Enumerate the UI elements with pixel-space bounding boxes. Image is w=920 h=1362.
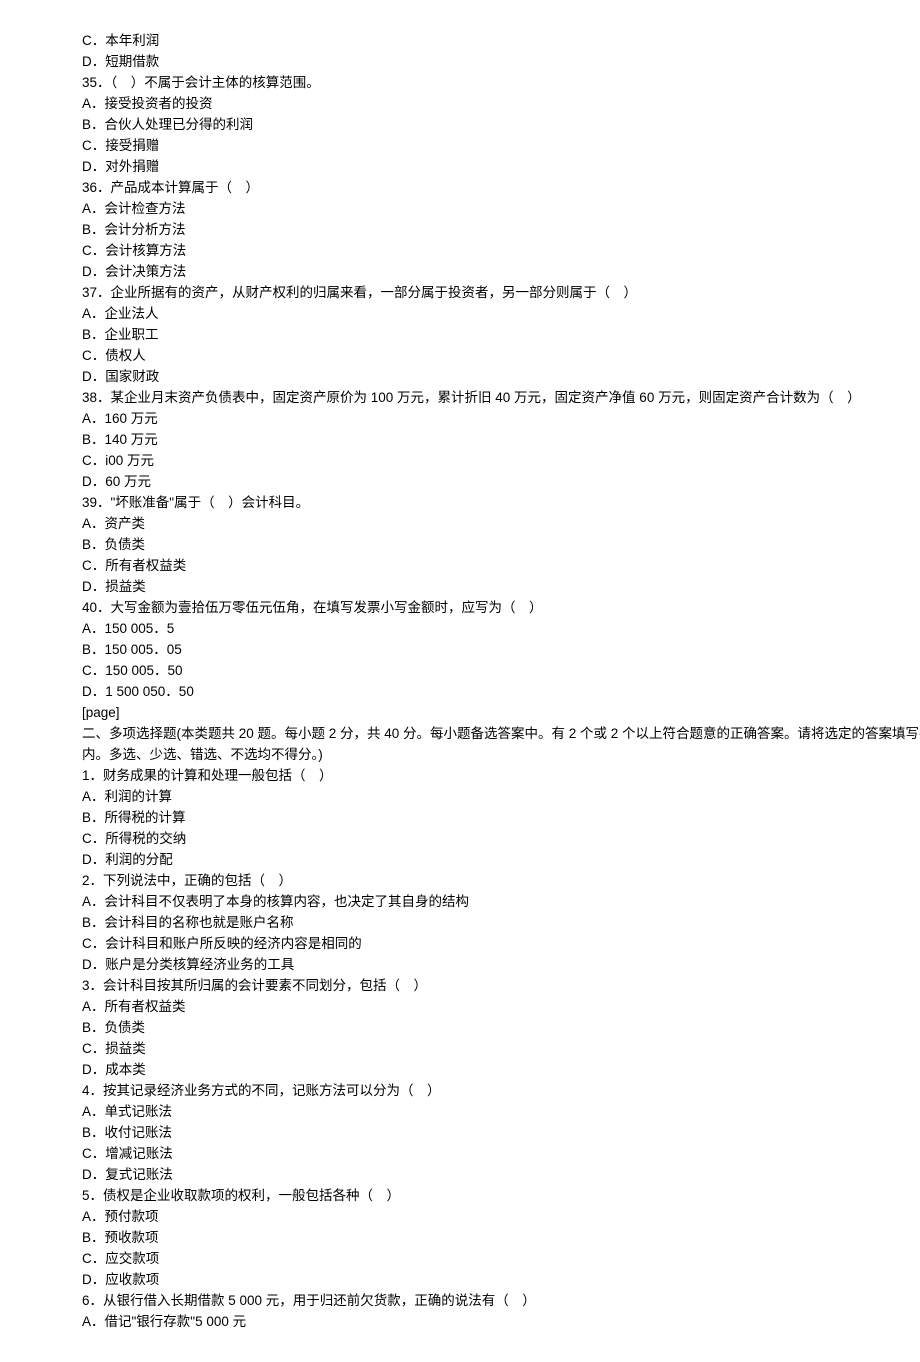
text-line: 6．从银行借入长期借款 5 000 元，用于归还前欠货款，正确的说法有（ ） <box>82 1290 920 1311</box>
text-line: A．会计科目不仅表明了本身的核算内容，也决定了其自身的结构 <box>82 891 920 912</box>
text-line: D．应收款项 <box>82 1269 920 1290</box>
text-line: 38．某企业月末资产负债表中，固定资产原价为 100 万元，累计折旧 40 万元… <box>82 387 920 408</box>
text-line: A．150 005．5 <box>82 618 920 639</box>
text-line: C．所有者权益类 <box>82 555 920 576</box>
text-line: D．账户是分类核算经济业务的工具 <box>82 954 920 975</box>
text-line: A．资产类 <box>82 513 920 534</box>
text-line: D．60 万元 <box>82 471 920 492</box>
text-line: C．会计科目和账户所反映的经济内容是相同的 <box>82 933 920 954</box>
text-line: C．债权人 <box>82 345 920 366</box>
text-line: B．会计分析方法 <box>82 219 920 240</box>
text-line: C．所得税的交纳 <box>82 828 920 849</box>
text-line: 35．（ ）不属于会计主体的核算范围。 <box>82 72 920 93</box>
text-line: C．增减记账法 <box>82 1143 920 1164</box>
text-line: D．国家财政 <box>82 366 920 387</box>
text-line: D．复式记账法 <box>82 1164 920 1185</box>
text-line: B．合伙人处理已分得的利润 <box>82 114 920 135</box>
text-line: A．160 万元 <box>82 408 920 429</box>
text-line: B．150 005．05 <box>82 639 920 660</box>
exam-text-body: C．本年利润D．短期借款35．（ ）不属于会计主体的核算范围。A．接受投资者的投… <box>82 30 920 1332</box>
text-line: A．接受投资者的投资 <box>82 93 920 114</box>
text-line: C．损益类 <box>82 1038 920 1059</box>
text-line: B．企业职工 <box>82 324 920 345</box>
text-line: B．收付记账法 <box>82 1122 920 1143</box>
text-line: A．会计检查方法 <box>82 198 920 219</box>
text-line: D．对外捐赠 <box>82 156 920 177</box>
text-line: A．利润的计算 <box>82 786 920 807</box>
text-line: B．会计科目的名称也就是账户名称 <box>82 912 920 933</box>
text-line: 4．按其记录经济业务方式的不同，记账方法可以分为（ ） <box>82 1080 920 1101</box>
text-line: B．预收款项 <box>82 1227 920 1248</box>
text-line: 1．财务成果的计算和处理一般包括（ ） <box>82 765 920 786</box>
text-line: 36．产品成本计算属于（ ） <box>82 177 920 198</box>
text-line: B．负债类 <box>82 1017 920 1038</box>
text-line: C．本年利润 <box>82 30 920 51</box>
text-line: 2．下列说法中，正确的包括（ ） <box>82 870 920 891</box>
text-line: D．1 500 050．50 <box>82 681 920 702</box>
text-line: 3．会计科目按其所归属的会计要素不同划分，包括（ ） <box>82 975 920 996</box>
text-line: C．接受捐赠 <box>82 135 920 156</box>
text-line: 37．企业所据有的资产，从财产权利的归属来看，一部分属于投资者，另一部分则属于（… <box>82 282 920 303</box>
text-line: B．负债类 <box>82 534 920 555</box>
text-line: C．会计核算方法 <box>82 240 920 261</box>
text-line: A．预付款项 <box>82 1206 920 1227</box>
text-line: A．单式记账法 <box>82 1101 920 1122</box>
text-line: C．i00 万元 <box>82 450 920 471</box>
text-line: B．140 万元 <box>82 429 920 450</box>
text-line: 二、多项选择题(本类题共 20 题。每小题 2 分，共 40 分。每小题备选答案… <box>82 723 920 765</box>
text-line: [page] <box>82 702 920 723</box>
text-line: D．短期借款 <box>82 51 920 72</box>
text-line: D．利润的分配 <box>82 849 920 870</box>
text-line: C．应交款项 <box>82 1248 920 1269</box>
text-line: A．企业法人 <box>82 303 920 324</box>
text-line: 5．债权是企业收取款项的权利，一般包括各种（ ） <box>82 1185 920 1206</box>
text-line: A．借记"银行存款"5 000 元 <box>82 1311 920 1332</box>
text-line: D．会计决策方法 <box>82 261 920 282</box>
text-line: C．150 005．50 <box>82 660 920 681</box>
text-line: B．所得税的计算 <box>82 807 920 828</box>
text-line: D．损益类 <box>82 576 920 597</box>
text-line: D．成本类 <box>82 1059 920 1080</box>
text-line: A．所有者权益类 <box>82 996 920 1017</box>
text-line: 40．大写金额为壹拾伍万零伍元伍角，在填写发票小写金额时，应写为（ ） <box>82 597 920 618</box>
text-line: 39．"坏账准备"属于（ ）会计科目。 <box>82 492 920 513</box>
